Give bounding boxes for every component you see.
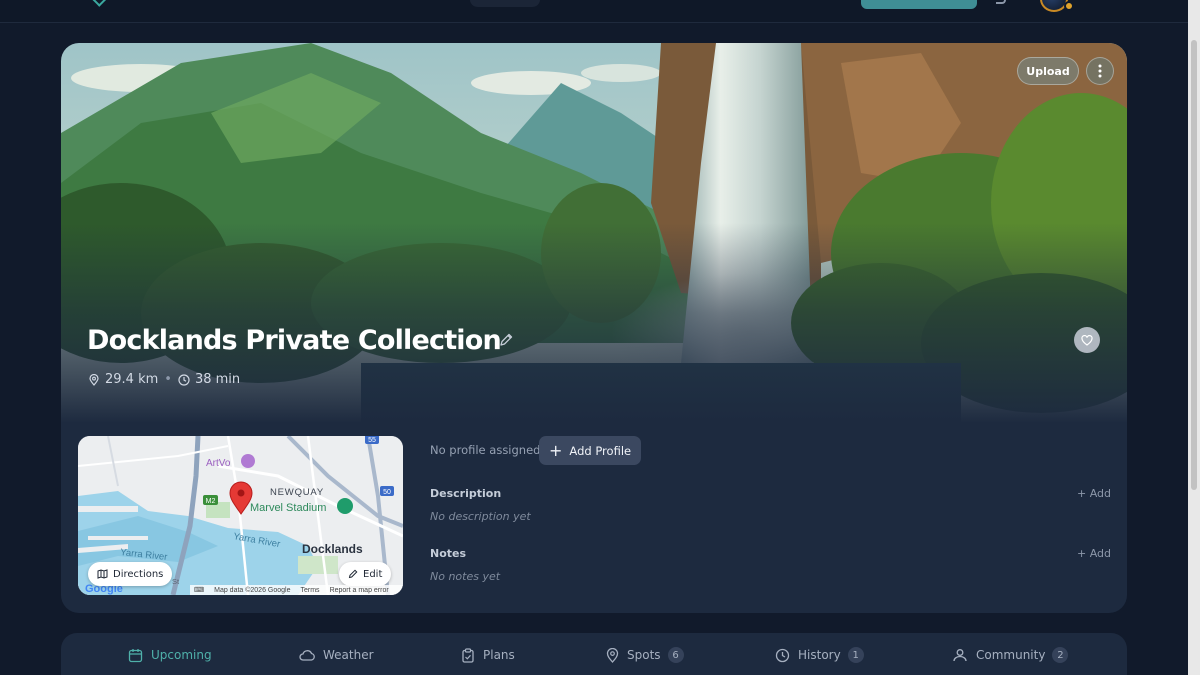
- avatar-status-badge: [1064, 1, 1074, 11]
- map-label-artvo: ArtVo: [206, 458, 231, 469]
- edit-location-button[interactable]: Edit: [339, 562, 392, 586]
- tab-history[interactable]: History 1: [775, 647, 864, 663]
- edit-title-button[interactable]: [498, 332, 514, 348]
- clock-icon: [178, 373, 190, 386]
- calendar-icon: [128, 648, 143, 662]
- more-vertical-icon: [1098, 64, 1102, 78]
- directions-label: Directions: [113, 568, 164, 580]
- tab-label: Weather: [323, 648, 374, 662]
- section-tabs: Upcoming Weather Plans Spots 6 History 1: [61, 633, 1127, 675]
- hero-fade: [61, 223, 1127, 423]
- plus-icon: +: [549, 440, 563, 460]
- description-label: Description: [430, 487, 502, 500]
- add-description-button[interactable]: + Add: [1077, 487, 1111, 500]
- clock-icon: [775, 648, 790, 662]
- distance-text: 29.4 km: [105, 372, 159, 387]
- notification-icon[interactable]: [996, 0, 1006, 4]
- location-card: Upload Docklands Private Collection 29.4…: [61, 43, 1127, 613]
- notes-empty: No notes yet: [430, 570, 501, 583]
- add-profile-button[interactable]: + Add Profile: [539, 436, 642, 465]
- users-icon: [953, 649, 967, 662]
- notes-label: Notes: [430, 547, 467, 560]
- upload-button[interactable]: Upload: [1017, 57, 1079, 85]
- logo-icon[interactable]: [92, 0, 108, 7]
- more-options-button[interactable]: [1086, 57, 1114, 85]
- count-badge: 1: [847, 647, 864, 663]
- road-marker-m2: M2: [206, 498, 216, 505]
- page-title: Docklands Private Collection: [87, 325, 502, 356]
- tab-label: Community: [976, 648, 1046, 662]
- map-label-newquay: NEWQUAY: [270, 487, 324, 498]
- heart-icon: [1081, 334, 1093, 346]
- tab-community[interactable]: Community 2: [952, 647, 1069, 663]
- cloud-icon: [299, 650, 315, 661]
- map-label-st: St: [172, 577, 180, 586]
- add-profile-label: Add Profile: [569, 443, 632, 458]
- tab-weather[interactable]: Weather: [299, 647, 374, 663]
- nav-primary-button[interactable]: [861, 0, 977, 9]
- directions-button[interactable]: Directions: [88, 562, 173, 586]
- pencil-icon: [500, 333, 513, 346]
- scrollbar-thumb[interactable]: [1191, 40, 1197, 490]
- keyboard-icon: ⌨: [194, 587, 205, 594]
- road-marker-55: 55: [368, 437, 376, 444]
- count-badge: 2: [1052, 647, 1069, 663]
- meta-separator: •: [164, 372, 172, 387]
- map-report-link[interactable]: Report a map error: [330, 587, 389, 594]
- add-notes-button[interactable]: + Add: [1077, 547, 1111, 560]
- map-label-stadium: Marvel Stadium: [250, 502, 326, 514]
- pencil-icon: [348, 569, 358, 579]
- location-map[interactable]: M2 55 50 ArtVo NEWQUAY Marvel Stadium Ya…: [78, 436, 403, 595]
- trip-meta: 29.4 km • 38 min: [88, 372, 240, 387]
- tab-spots[interactable]: Spots 6: [606, 647, 684, 663]
- map-data-text: Map data ©2026 Google: [214, 586, 291, 594]
- clipboard-icon: [462, 647, 474, 663]
- scrollbar[interactable]: [1188, 0, 1200, 675]
- edit-label: Edit: [363, 568, 383, 580]
- nav-center-control[interactable]: [470, 0, 540, 7]
- tab-label: Upcoming: [151, 648, 212, 662]
- favorite-button[interactable]: [1074, 327, 1100, 353]
- road-marker-50: 50: [383, 489, 391, 496]
- top-nav: [0, 0, 1188, 23]
- map-terms-link[interactable]: Terms: [301, 587, 320, 594]
- duration-text: 38 min: [194, 372, 241, 387]
- tab-label: History: [798, 648, 841, 662]
- tab-label: Plans: [483, 648, 515, 662]
- profile-status: No profile assigned: [430, 443, 541, 457]
- map-pin-icon: [606, 647, 619, 663]
- location-pin-icon: [89, 373, 99, 386]
- hero-image: Upload Docklands Private Collection 29.4…: [61, 43, 1127, 423]
- tab-plans[interactable]: Plans: [461, 647, 515, 663]
- description-empty: No description yet: [430, 510, 531, 523]
- tab-label: Spots: [627, 648, 661, 662]
- tab-upcoming[interactable]: Upcoming: [128, 647, 212, 663]
- map-icon: [97, 569, 108, 579]
- count-badge: 6: [667, 647, 684, 663]
- map-attribution: ⌨ Map data ©2026 Google Terms Report a m…: [190, 585, 403, 595]
- map-label-docklands: Docklands: [302, 542, 363, 556]
